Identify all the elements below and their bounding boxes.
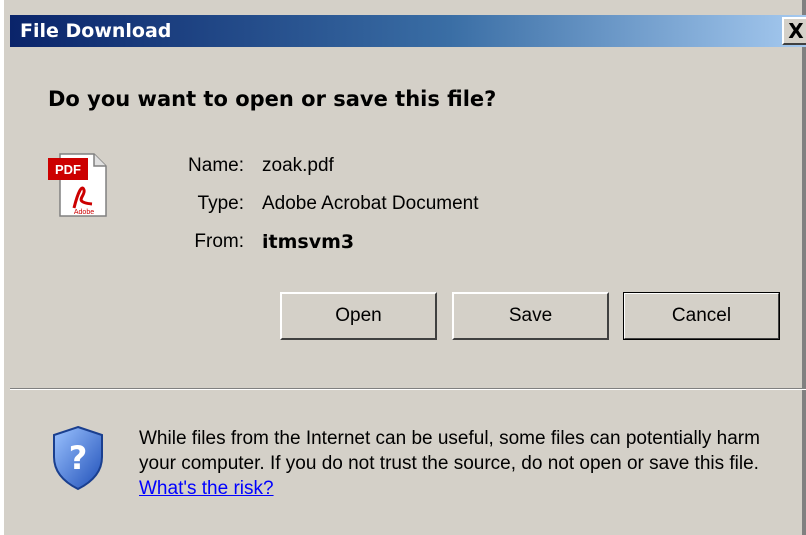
adobe-brand-label: Adobe [74, 209, 94, 216]
file-type-value: Adobe Acrobat Document [262, 193, 479, 214]
pdf-file-icon: PDF Adobe [48, 153, 107, 217]
dialog-question: Do you want to open or save this file? [48, 87, 497, 111]
from-label: From: [194, 231, 244, 252]
file-name-value: zoak.pdf [262, 155, 334, 176]
warning-text: While files from the Internet can be use… [139, 428, 760, 474]
close-icon: X [788, 19, 804, 43]
open-button[interactable]: Open [280, 292, 437, 340]
name-label: Name: [188, 155, 244, 176]
cancel-button[interactable]: Cancel [623, 292, 780, 340]
whats-the-risk-link[interactable]: What's the risk? [139, 478, 274, 499]
file-download-dialog: File Download X Do you want to open or s… [0, 0, 806, 535]
security-warning: While files from the Internet can be use… [139, 426, 789, 501]
pdf-badge-label: PDF [55, 162, 81, 177]
title-bar[interactable]: File Download X [10, 15, 806, 47]
shield-question-icon: ? [53, 425, 103, 491]
section-divider [10, 388, 806, 390]
type-label: Type: [197, 193, 244, 214]
window-title: File Download [20, 20, 172, 42]
save-button[interactable]: Save [452, 292, 609, 340]
shield-question-glyph: ? [69, 439, 88, 477]
close-button[interactable]: X [782, 17, 806, 45]
file-source-value: itmsvm3 [262, 231, 355, 253]
